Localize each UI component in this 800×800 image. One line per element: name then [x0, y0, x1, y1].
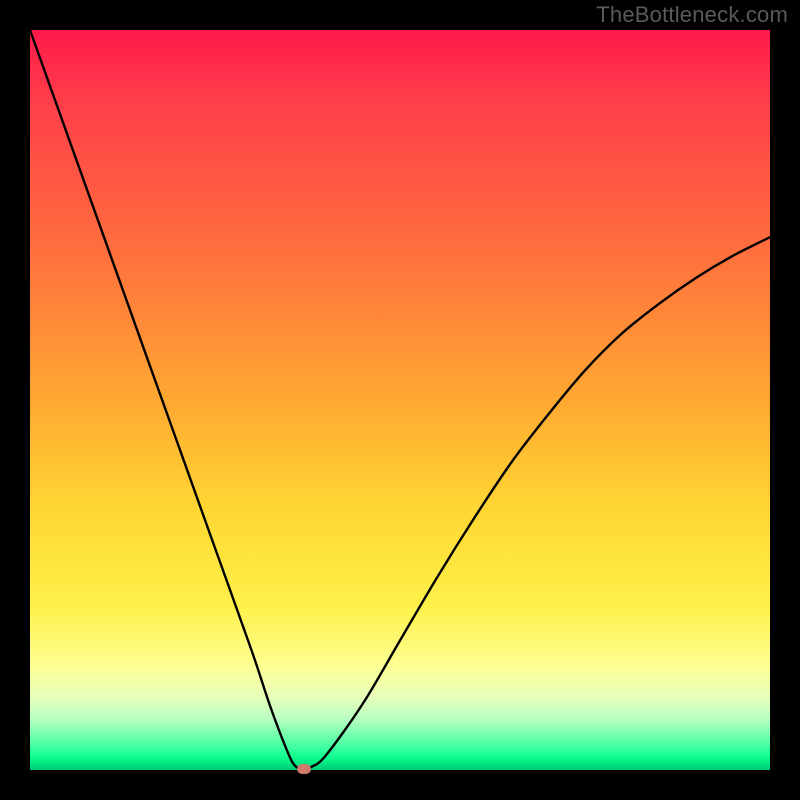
bottleneck-curve [30, 30, 770, 770]
minimum-marker [297, 764, 311, 774]
chart-frame: TheBottleneck.com [0, 0, 800, 800]
watermark-text: TheBottleneck.com [596, 2, 788, 28]
plot-area [30, 30, 770, 770]
